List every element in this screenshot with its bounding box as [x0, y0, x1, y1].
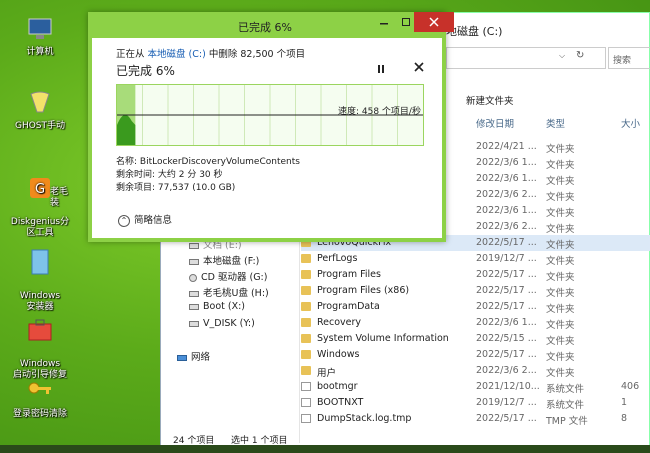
nav-item-drive-g[interactable]: CD 驱动器 (G:): [189, 269, 267, 283]
table-row[interactable]: bootmgr 2021/12/10... 系统文件 406: [301, 379, 650, 395]
svg-text:G: G: [35, 182, 45, 197]
table-row[interactable]: ProgramData 2022/5/17 ... 文件夹: [301, 299, 650, 315]
drive-icon: [189, 242, 199, 249]
speed-label: 速度: 458 个项目/秒: [338, 107, 421, 117]
desktop-icon-password-reset[interactable]: 登录密码清除: [0, 376, 80, 420]
ghost-icon: [25, 88, 55, 118]
key-icon: [25, 376, 55, 406]
cancel-icon: [414, 62, 424, 72]
drive-icon: [189, 258, 199, 265]
operation-description: 正在从 本地磁盘 (C:) 中删除 82,500 个项目: [116, 49, 306, 60]
table-row[interactable]: Windows 2022/5/17 ... 文件夹: [301, 347, 650, 363]
desktop-icon-label: 登录密码清除: [12, 409, 67, 419]
maximize-icon: [402, 18, 410, 26]
desktop-icon-label: 计算机: [26, 47, 54, 57]
usb-drive-icon: [189, 290, 199, 297]
folder-icon: [301, 302, 311, 311]
remaining-time: 剩余时间: 大约 2 分 30 秒: [116, 170, 223, 180]
desktop-icon-label: GHOST手动: [14, 121, 66, 131]
remaining-items: 剩余项目: 77,537 (10.0 GB): [116, 183, 236, 193]
nav-item-drive-x[interactable]: Boot (X:): [189, 301, 245, 312]
delete-progress-dialog: 已完成 6% 正在从 本地磁盘 (C:) 中删除 82,500 个项目 已完成 …: [88, 12, 454, 242]
table-row[interactable]: Program Files (x86) 2022/5/17 ... 文件夹: [301, 283, 650, 299]
folder-icon: [301, 286, 311, 295]
folder-icon: [301, 270, 311, 279]
chevron-down-icon[interactable]: ⌵: [559, 51, 565, 61]
toolbox-icon: [25, 315, 55, 345]
dialog-title: 已完成 6%: [238, 21, 292, 34]
table-row[interactable]: Recovery 2022/3/6 1... 文件夹: [301, 315, 650, 331]
table-row[interactable]: PerfLogs 2019/12/7 ... 文件夹: [301, 251, 650, 267]
computer-icon: [25, 14, 55, 44]
pause-icon: [378, 65, 384, 73]
search-input[interactable]: 搜索: [608, 47, 650, 69]
table-row[interactable]: 用户 2022/3/6 2... 文件夹: [301, 363, 650, 379]
table-row[interactable]: Program Files 2022/5/17 ... 文件夹: [301, 267, 650, 283]
cancel-button[interactable]: [414, 62, 424, 75]
column-header-size[interactable]: 大小: [621, 116, 640, 130]
folder-icon: [301, 350, 311, 359]
chevron-up-icon: ⌃: [118, 215, 130, 227]
explorer-title: 地磁盘 (C:): [446, 25, 503, 38]
nav-item-network[interactable]: 网络: [177, 349, 210, 363]
nav-item-drive-y[interactable]: V_DISK (Y:): [189, 318, 255, 329]
nav-item-drive-f[interactable]: 本地磁盘 (F:): [189, 253, 259, 267]
column-header-modified[interactable]: 修改日期: [476, 116, 514, 130]
desktop-icon-laomao[interactable]: 老毛 装: [50, 176, 90, 220]
table-row[interactable]: BOOTNXT 2019/12/7 ... 系统文件 1: [301, 395, 650, 411]
file-icon: [301, 414, 311, 423]
folder-icon: [301, 318, 311, 327]
minimize-icon: [380, 23, 388, 25]
pause-button[interactable]: [376, 64, 386, 77]
percent-complete: 已完成 6%: [116, 64, 175, 78]
drive-icon: [189, 320, 199, 327]
system-file-icon: [301, 398, 311, 407]
drive-icon: [189, 303, 199, 310]
table-row[interactable]: DumpStack.log.tmp 2022/5/17 ... TMP 文件 8: [301, 411, 650, 427]
system-file-icon: [301, 382, 311, 391]
network-icon: [177, 354, 187, 361]
folder-icon: [301, 334, 311, 343]
installer-icon: [25, 247, 55, 277]
folder-icon: [301, 254, 311, 263]
desktop-icon-label: 老毛 装: [50, 187, 69, 208]
less-details-button[interactable]: ⌃ 简略信息: [118, 212, 172, 227]
folder-icon: [301, 366, 311, 375]
column-header-type[interactable]: 类型: [546, 116, 565, 130]
desktop-icon-computer[interactable]: 计算机: [0, 14, 80, 58]
table-row[interactable]: System Volume Information 2022/5/15 ... 文件…: [301, 331, 650, 347]
desktop-icon-ghost[interactable]: GHOST手动: [0, 88, 80, 132]
refresh-icon[interactable]: ↻: [576, 50, 584, 61]
nav-item-drive-h[interactable]: 老毛桃U盘 (H:): [189, 285, 269, 299]
cd-drive-icon: [189, 273, 197, 282]
taskbar: [0, 445, 650, 453]
source-drive-link[interactable]: 本地磁盘 (C:): [148, 49, 206, 60]
close-icon: [429, 17, 439, 27]
new-folder-button[interactable]: 新建文件夹: [466, 93, 514, 107]
item-name: 名称: BitLockerDiscoveryVolumeContents: [116, 157, 300, 167]
close-button[interactable]: [414, 12, 454, 32]
dialog-titlebar[interactable]: 已完成 6%: [88, 12, 454, 38]
